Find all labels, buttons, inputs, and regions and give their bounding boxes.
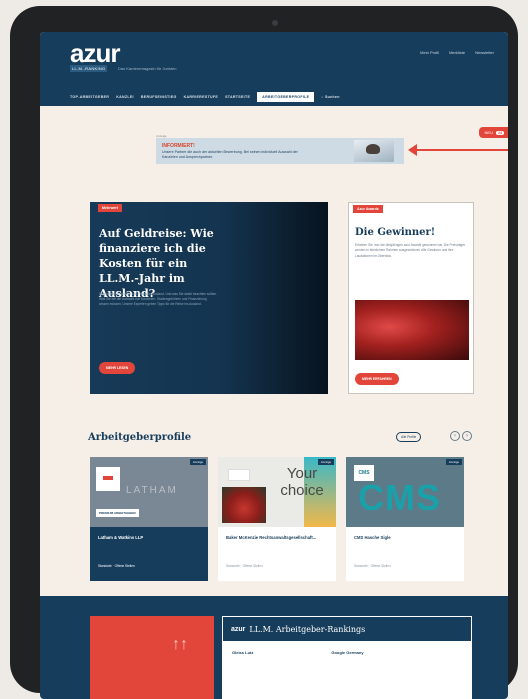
ad-headline: INFORMIERT!: [162, 143, 195, 149]
employer-card-latham[interactable]: LATHAM PREMIUM ARBEITGEBER Anzeige Latha…: [90, 457, 208, 581]
employer-name[interactable]: Latham & Watkins LLP: [98, 535, 202, 541]
prev-arrow-icon[interactable]: ‹: [450, 431, 460, 441]
hero-read-more-button[interactable]: MEHR LESEN: [99, 362, 136, 374]
baker-image-text: Your choice: [280, 465, 324, 499]
utility-links: Mein Profil Merkliste Newsletter: [420, 50, 494, 55]
awards-title[interactable]: Die Gewinner!: [355, 227, 435, 238]
cms-image-text: CMS: [358, 477, 441, 518]
ad-image: [354, 140, 394, 162]
premium-label: PREMIUM ARBEITGEBER: [96, 509, 139, 517]
awards-button[interactable]: MEHR ERFAHREN: [355, 373, 399, 385]
rankings-logo: azur: [231, 625, 246, 633]
ad-badge: Anzeige: [189, 459, 206, 465]
rankings-title: LL.M. Arbeitgeber-Rankings: [249, 624, 366, 634]
hero-article[interactable]: Mehrwert Auf Geldreise: Wie finanziere i…: [90, 202, 328, 394]
promo-box[interactable]: ↑↑: [90, 616, 214, 699]
employer-card-baker[interactable]: Your choice Anzeige Baker McKenzie Recht…: [218, 457, 336, 581]
new-pill[interactable]: NEU 24: [478, 127, 508, 138]
site-tagline: Das Karrieremagazin für Juristen: [118, 66, 177, 71]
hero-body: Stipendien für Studium und Praxis im Aus…: [99, 292, 218, 307]
up-arrows-icon: ↑↑: [172, 636, 188, 653]
util-newsletter-link[interactable]: Newsletter: [475, 50, 494, 55]
employer-card-image: LATHAM PREMIUM ARBEITGEBER Anzeige: [90, 457, 208, 527]
employers-title: Arbeitgeberprofile: [88, 432, 192, 443]
nav-active-label: ARBEITGEBERPROFILE: [262, 95, 310, 99]
nav-item-1[interactable]: KANZLEI: [116, 95, 134, 99]
baker-car-image: [222, 487, 266, 523]
search-label: Suchen: [324, 95, 340, 99]
camera-dot: [272, 20, 278, 26]
employer-meta: Standorte · Offene Stellen: [226, 564, 263, 568]
employer-meta: Standorte · Offene Stellen: [98, 564, 135, 568]
rankings-col-2[interactable]: Google Germany: [331, 650, 363, 655]
awards-image: [355, 300, 469, 360]
util-watchlist-link[interactable]: Merkliste: [449, 50, 465, 55]
ad-badge: Anzeige: [445, 459, 462, 465]
awards-body: Erfahren Sie, wer die diesjährigen azur …: [355, 243, 466, 258]
ad-badge: Anzeige: [317, 459, 334, 465]
latham-image-text: LATHAM: [126, 485, 178, 496]
employer-card-cms[interactable]: CMS CMS Anzeige CMS Hasche Sigle Standor…: [346, 457, 464, 581]
rankings-col-1[interactable]: Gleiss Lutz: [232, 650, 253, 655]
site-logo[interactable]: azur: [70, 40, 120, 66]
hero-tag: Mehrwert: [98, 204, 122, 212]
nav-item-active[interactable]: ARBEITGEBERPROFILE: [257, 92, 315, 102]
hero-title[interactable]: Auf Geldreise: Wie finanziere ich die Ko…: [99, 226, 229, 301]
employer-card-image: CMS CMS Anzeige: [346, 457, 464, 527]
site-header: azur LL.M.-RANKING Das Karrieremagazin f…: [40, 32, 508, 106]
employer-card-image: Your choice Anzeige: [218, 457, 336, 527]
rankings-columns: Gleiss Lutz Google Germany: [222, 642, 472, 663]
nav-item-0[interactable]: TOP-ARBEITGEBER: [70, 95, 109, 99]
main-nav: TOP-ARBEITGEBER KANZLEI BERUFSEINSTIEG K…: [70, 92, 340, 102]
next-arrow-icon[interactable]: ›: [462, 431, 472, 441]
tablet-screen: azur LL.M.-RANKING Das Karrieremagazin f…: [40, 32, 508, 699]
new-pill-label: NEU: [484, 130, 493, 135]
annotation-arrow-icon: [408, 144, 508, 156]
util-profile-link[interactable]: Mein Profil: [420, 50, 439, 55]
nav-item-4[interactable]: STARTSEITE: [225, 95, 250, 99]
employer-name[interactable]: CMS Hasche Sigle: [354, 535, 458, 541]
ad-text: Unsere Partner die auch der aktuellen Be…: [162, 150, 298, 159]
rankings-header: azur LL.M. Arbeitgeber-Rankings: [222, 616, 472, 642]
awards-tag: Azur Awards: [353, 205, 383, 213]
logo-subtitle: LL.M.-RANKING: [70, 65, 108, 72]
latham-logo: [96, 467, 120, 491]
employer-meta: Standorte · Offene Stellen: [354, 564, 391, 568]
employer-name[interactable]: Baker McKenzie Rechtsanwaltsgesellschaft…: [226, 535, 330, 541]
nav-item-2[interactable]: BERUFSEINSTIEG: [141, 95, 177, 99]
all-profiles-button[interactable]: Alle Profile: [396, 432, 422, 442]
tablet-frame: azur LL.M.-RANKING Das Karrieremagazin f…: [10, 6, 518, 699]
ad-banner[interactable]: INFORMIERT! Unsere Partner die auch der …: [156, 138, 404, 164]
rankings-box[interactable]: azur LL.M. Arbeitgeber-Rankings Gleiss L…: [222, 616, 472, 699]
baker-logo: [228, 469, 250, 481]
awards-card[interactable]: Azur Awards Die Gewinner! Erfahren Sie, …: [348, 202, 474, 394]
nav-item-3[interactable]: KARRIERESTUFE: [184, 95, 218, 99]
nav-search[interactable]: ⌕ Suchen: [321, 95, 339, 99]
new-pill-count: 24: [496, 130, 504, 135]
